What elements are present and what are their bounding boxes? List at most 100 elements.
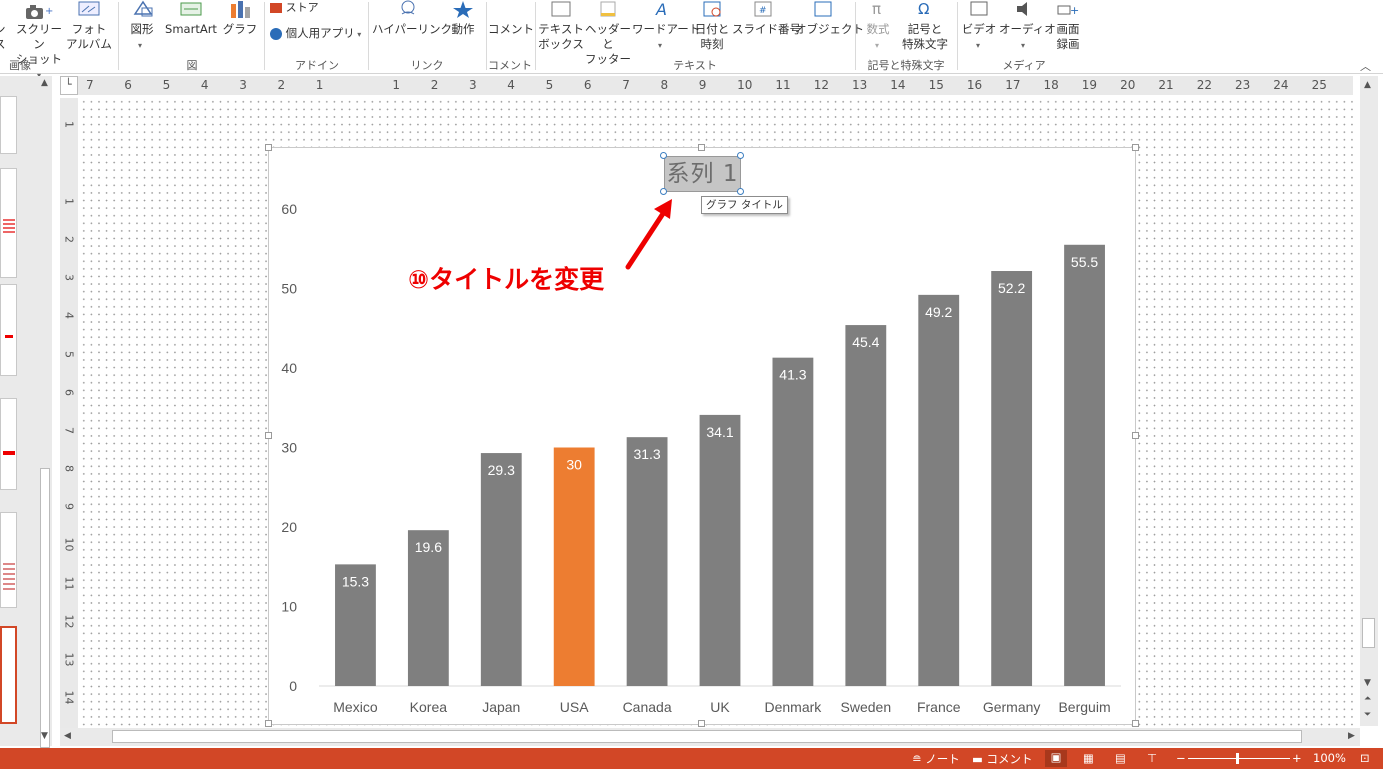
data-label: 29.3 <box>488 462 515 478</box>
bar-denmark[interactable] <box>772 357 814 686</box>
notes-button[interactable]: ≘ ノート <box>912 751 960 767</box>
resize-handle[interactable] <box>698 144 705 151</box>
comments-label: コメント <box>986 752 1033 766</box>
resize-handle[interactable] <box>265 432 272 439</box>
screenshot-button[interactable]: + スクリーン ショット ▾ <box>14 0 64 80</box>
slide-thumbnail-active[interactable] <box>0 626 17 724</box>
slide-thumbnail[interactable] <box>0 168 17 278</box>
store-button[interactable]: ストア <box>270 0 360 20</box>
next-slide-icon[interactable]: ⏷ <box>1364 710 1371 720</box>
horizontal-scrollbar[interactable]: ◀ ▶ <box>60 728 1360 746</box>
vertical-scrollbar[interactable]: ▲ ▼ ⏶ ⏷ <box>1360 76 1378 726</box>
date-time-button[interactable]: 日付と 時刻 <box>693 0 731 54</box>
slide-thumbnail[interactable] <box>0 512 17 608</box>
chart-title[interactable]: 系列 1 <box>664 156 741 192</box>
scroll-left-icon[interactable]: ◀ <box>64 731 71 741</box>
chart-frame[interactable]: 0 10 20 30 40 50 60 15.3 Mexico 19.6 Korea 29.3 Japa… <box>268 147 1136 725</box>
ruler-tick-label: 3 <box>239 78 247 92</box>
slide-number-button[interactable]: # スライド番号 <box>732 0 801 54</box>
scroll-up-icon[interactable]: ▲ <box>1364 80 1371 90</box>
hyperlink-label: ハイパーリンク <box>372 22 453 36</box>
bar-berguim[interactable] <box>1064 244 1105 686</box>
partial-image-button[interactable]: ンス <box>0 0 14 52</box>
comments-button[interactable]: ▬ コメント <box>972 751 1033 767</box>
normal-view-icon[interactable]: ▣ <box>1045 750 1067 767</box>
bar-uk[interactable] <box>699 414 741 686</box>
my-apps-button[interactable]: 個人用アプリ ▾ <box>270 26 365 44</box>
slide-sorter-icon[interactable]: ▦ <box>1083 751 1094 765</box>
data-label: 15.3 <box>342 573 369 589</box>
zoom-slider[interactable] <box>1188 758 1290 759</box>
thumbnail-scrollbar[interactable]: ▲ ▼ <box>38 76 52 748</box>
equation-button[interactable]: π 数式 ▾ <box>860 0 896 54</box>
smartart-button[interactable]: SmartArt <box>162 0 220 54</box>
scroll-right-icon[interactable]: ▶ <box>1348 731 1355 741</box>
y-tick-label: 60 <box>281 201 297 217</box>
zoom-in-button[interactable]: + <box>1292 751 1302 765</box>
annotation-text: ⑩タイトルを変更 <box>408 265 605 294</box>
audio-button[interactable]: オーディオ ▾ <box>999 0 1056 54</box>
object-button[interactable]: オブジェクト <box>795 0 864 54</box>
scroll-up-icon[interactable]: ▲ <box>41 78 48 88</box>
svg-text:#: # <box>759 6 767 16</box>
bar-usa[interactable] <box>553 447 595 687</box>
hyperlink-button[interactable]: ハイパーリンク <box>372 0 453 54</box>
fit-slide-icon[interactable]: ⊡ <box>1360 751 1370 765</box>
resize-handle[interactable] <box>1132 432 1139 439</box>
group-label-illustrations: 図 <box>186 59 198 72</box>
previous-slide-icon[interactable]: ⏶ <box>1364 694 1371 704</box>
scroll-thumb[interactable] <box>40 468 50 748</box>
bar-sweden[interactable] <box>845 325 887 686</box>
resize-handle[interactable] <box>1132 720 1139 727</box>
bar-france[interactable] <box>918 294 960 686</box>
shapes-button[interactable]: 図形 ▾ <box>122 0 162 54</box>
slideshow-icon[interactable]: ⊤ <box>1147 751 1157 765</box>
bar-canada[interactable] <box>626 437 668 686</box>
header-footer-button[interactable]: ヘッダーと フッター <box>584 0 632 66</box>
action-button[interactable]: 動作 <box>446 0 480 54</box>
photo-album-icon <box>78 1 100 16</box>
resize-handle[interactable] <box>265 720 272 727</box>
collapse-ribbon-icon[interactable]: ︿ <box>1360 58 1371 74</box>
chart-plot[interactable]: 0 10 20 30 40 50 60 15.3 Mexico 19.6 Korea 29.3 Japa… <box>269 148 1137 726</box>
y-tick-label: 40 <box>281 360 297 376</box>
scroll-thumb[interactable] <box>1362 618 1375 648</box>
title-handle[interactable] <box>660 152 667 159</box>
comment-button[interactable]: コメント <box>488 0 534 54</box>
video-button[interactable]: ビデオ ▾ <box>960 0 998 54</box>
reading-view-icon[interactable]: ▤ <box>1115 751 1126 765</box>
scroll-down-icon[interactable]: ▼ <box>1364 678 1371 688</box>
slide-thumbnail[interactable] <box>0 284 17 376</box>
textbox-button[interactable]: テキスト ボックス <box>538 0 584 54</box>
zoom-slider-thumb[interactable] <box>1236 753 1239 764</box>
slide-thumbnail[interactable] <box>0 96 17 154</box>
symbol-button[interactable]: Ω 記号と 特殊文字 <box>898 0 952 54</box>
photo-album-button[interactable]: フォト アルバム <box>63 0 115 54</box>
bar-germany[interactable] <box>991 271 1033 686</box>
slide-thumbnail[interactable] <box>0 398 17 490</box>
object-label: オブジェクト <box>795 22 864 36</box>
symbol-label: 記号と 特殊文字 <box>902 22 948 51</box>
resize-handle[interactable] <box>1132 144 1139 151</box>
resize-handle[interactable] <box>265 144 272 151</box>
object-icon <box>814 1 832 17</box>
svg-text:π: π <box>872 0 881 18</box>
resize-handle[interactable] <box>698 720 705 727</box>
zoom-level[interactable]: 100% <box>1313 751 1346 765</box>
group-label-media: メディア <box>1002 59 1046 72</box>
title-handle[interactable] <box>737 188 744 195</box>
bar-japan[interactable] <box>480 453 522 686</box>
scroll-down-icon[interactable]: ▼ <box>41 731 48 741</box>
group-label-images: 画像 <box>9 59 31 72</box>
wordart-button[interactable]: A ワードアート ▾ <box>632 0 700 54</box>
chart-title-tooltip: グラフ タイトル <box>701 196 788 214</box>
title-handle[interactable] <box>660 188 667 195</box>
scroll-thumb[interactable] <box>112 730 1302 743</box>
zoom-out-button[interactable]: − <box>1176 751 1186 765</box>
screen-recording-label: 画面 録画 <box>1056 22 1080 51</box>
group-label-text: テキスト <box>673 59 717 72</box>
screen-recording-button[interactable]: + 画面 録画 <box>1050 0 1086 54</box>
chart-button[interactable]: グラフ <box>222 0 258 54</box>
chart-label: グラフ <box>222 22 258 36</box>
title-handle[interactable] <box>737 152 744 159</box>
